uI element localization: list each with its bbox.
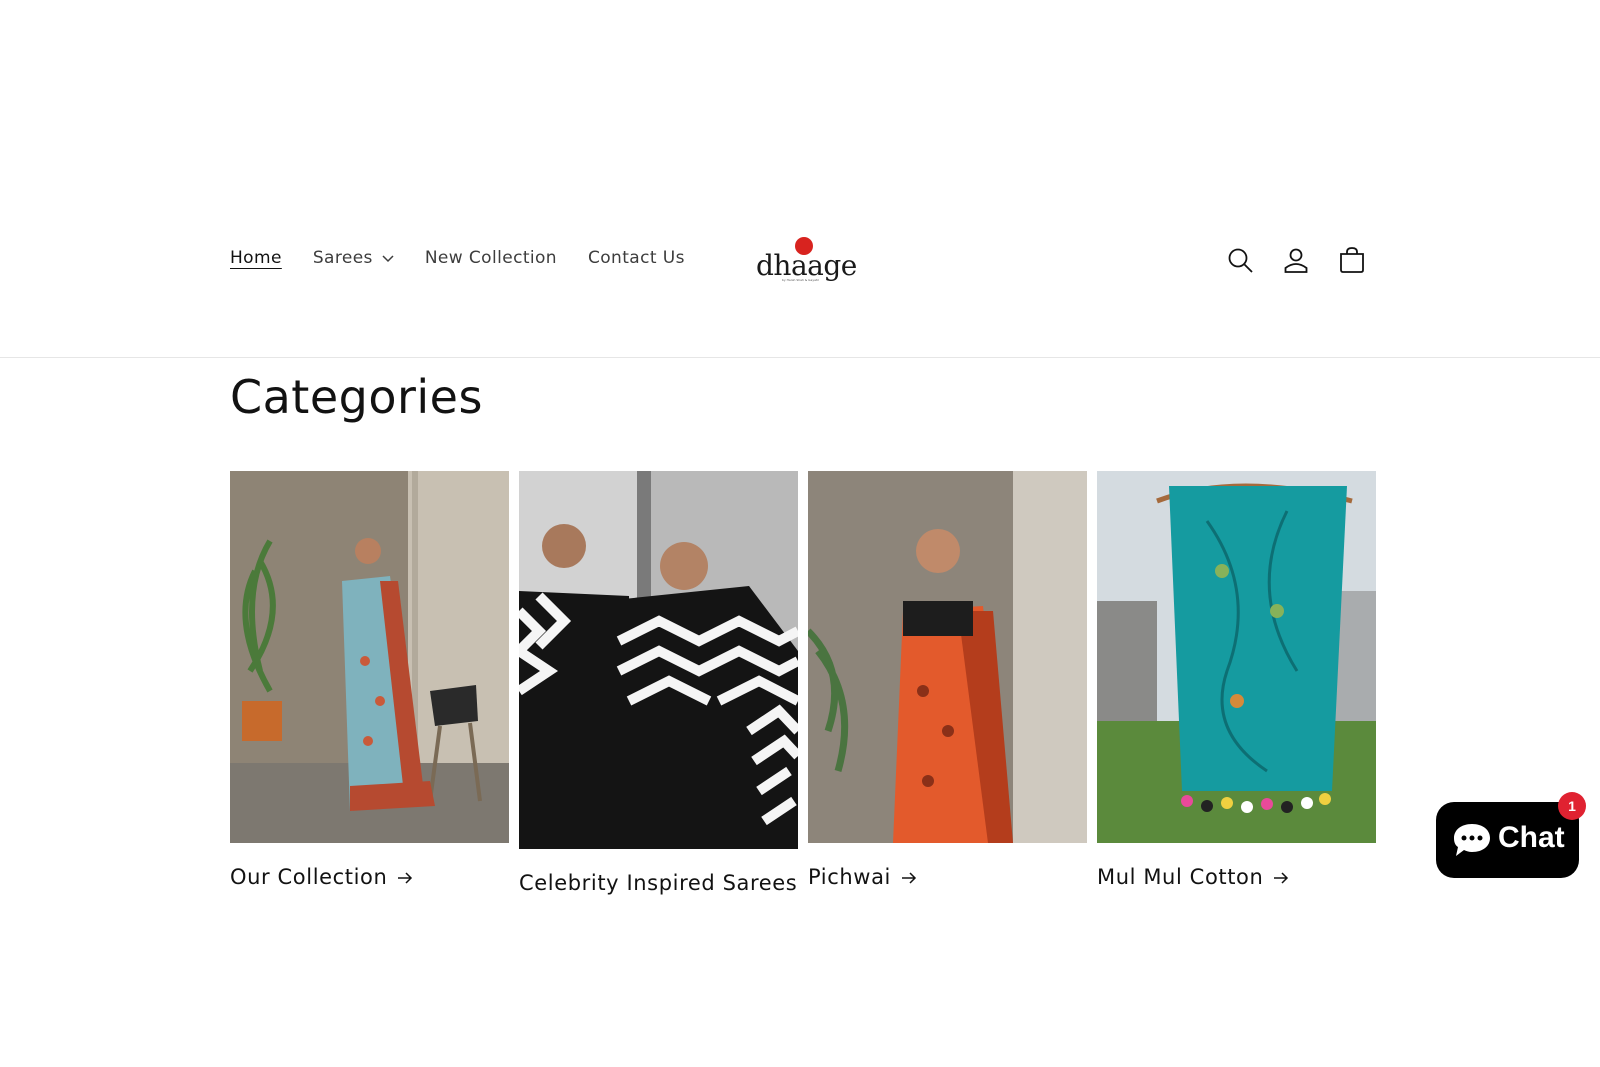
category-title[interactable]: Mul Mul Cotton [1097,865,1289,889]
arrow-right-icon [901,865,917,889]
header-icons [1224,244,1392,276]
section-title: Categories [230,370,483,424]
brand-logo[interactable]: dhaage by Harsh Shah & Gayatri [756,237,857,285]
notification-badge: 1 [1558,792,1586,820]
nav-sarees-label: Sarees [312,248,373,268]
account-icon[interactable] [1280,244,1312,276]
category-title[interactable]: Pichwai [808,865,917,889]
category-image [519,471,798,849]
category-label: Mul Mul Cotton [1097,865,1264,889]
nav-sarees-link[interactable]: Sarees [313,248,394,268]
arrow-right-icon [1273,865,1289,889]
category-title[interactable]: Celebrity Inspired Sarees [519,871,797,895]
category-label: Pichwai [808,865,891,889]
nav-contact-us-link[interactable]: Contact Us [588,248,685,268]
chat-label: Chat [1498,821,1565,854]
category-title[interactable]: Our Collection [230,865,413,889]
category-image [230,471,509,843]
chat-button[interactable]: Chat [1436,802,1579,878]
search-icon[interactable] [1224,244,1256,276]
arrow-right-icon [397,865,413,889]
main-nav: Home Sarees New Collection Contact Us [230,248,716,268]
chat-bubble-icon [1452,822,1492,864]
category-label: Our Collection [230,865,388,889]
cart-icon[interactable] [1336,244,1368,276]
category-image [808,471,1087,843]
category-image [1097,471,1376,843]
nav-new-collection-link[interactable]: New Collection [425,248,557,268]
logo-tagline: by Harsh Shah & Gayatri [782,278,820,282]
category-label: Celebrity Inspired Sarees [519,871,798,895]
chevron-down-icon [382,248,394,268]
site-header: Home Sarees New Collection Contact Us dh… [0,0,1600,358]
nav-home-link[interactable]: Home [230,248,282,268]
